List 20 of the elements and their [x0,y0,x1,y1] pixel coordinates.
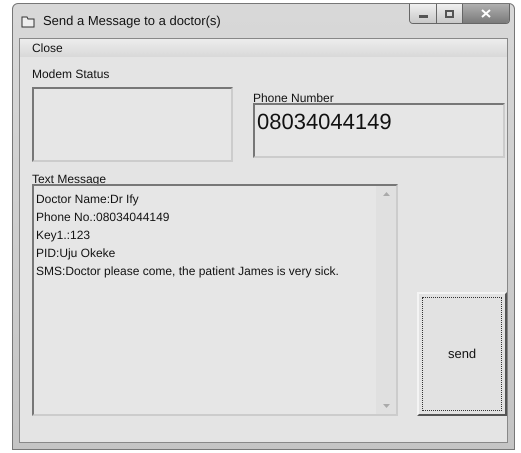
message-line: PID:Uju Okeke [36,245,116,262]
close-button[interactable] [463,4,509,23]
maximize-icon[interactable] [445,10,454,18]
close-icon[interactable] [481,9,491,18]
text-message-field[interactable]: Doctor Name:Dr Ify Phone No.:08034044149 Key1.:123 PID:Uju Okeke SMS:Doctor please come, the patient James is very sick. [32,184,398,416]
window-icon [21,14,35,28]
message-line: Key1.:123 [36,227,90,244]
message-line: Phone No.:08034044149 [36,209,170,226]
menu-item[interactable]: Close [32,39,63,57]
modem-status-label: Modem Status [32,66,110,83]
phone-number-field[interactable]: 08034044149 [253,103,505,158]
message-line: SMS:Doctor please come, the patient James is very sick. [36,263,339,280]
maximize-button[interactable] [437,4,463,23]
message-line: Doctor Name:Dr Ify [36,191,139,208]
send-button[interactable]: send [417,292,507,416]
text-message-label: Text Message [32,171,108,184]
minimize-button[interactable] [410,4,437,23]
phone-number-label: Phone Number [253,90,335,103]
window-title: Send a Message to a doctor(s) [43,12,221,30]
minimize-icon[interactable] [418,15,428,18]
